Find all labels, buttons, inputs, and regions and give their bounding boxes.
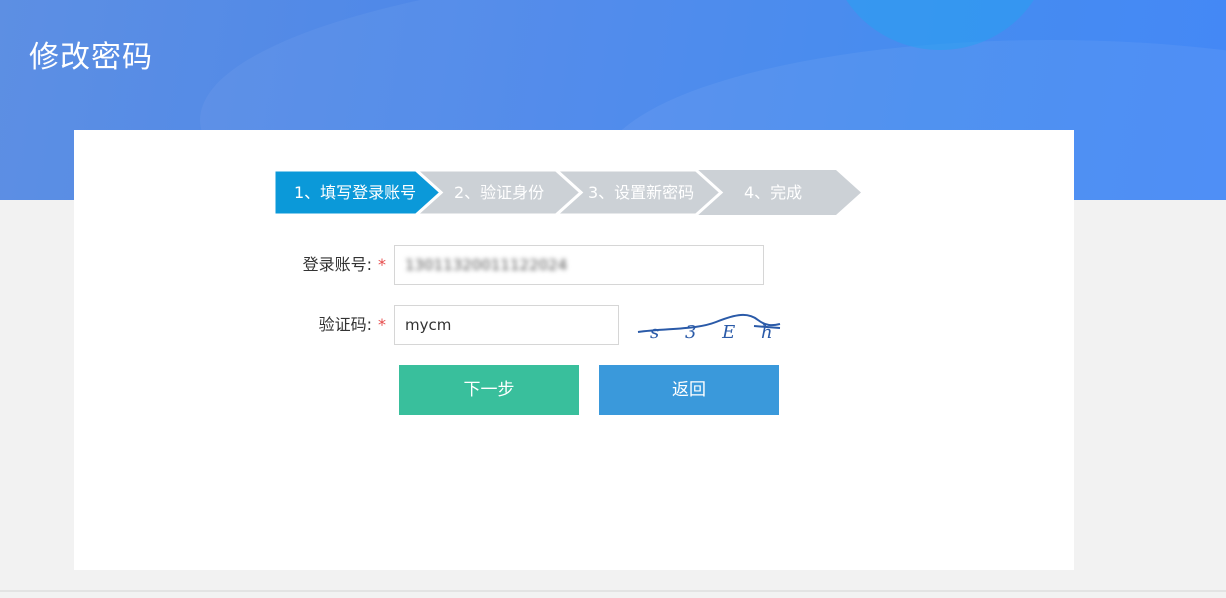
step-1-label: 1、填写登录账号 <box>294 183 417 202</box>
required-mark: * <box>378 315 386 334</box>
captcha-label-text: 验证码: <box>318 315 372 334</box>
step-3-label: 3、设置新密码 <box>588 183 695 202</box>
account-input[interactable]: 13011320011122024 <box>394 245 764 285</box>
page-title: 修改密码 <box>29 40 153 75</box>
account-label-text: 登录账号: <box>302 255 372 274</box>
back-button[interactable]: 返回 <box>599 365 779 415</box>
step-2-label: 2、验证身份 <box>454 183 545 202</box>
next-step-button[interactable]: 下一步 <box>399 365 579 415</box>
step-progress: 1、填写登录账号 2、验证身份 3、设置新密码 4、完成 <box>274 170 864 215</box>
captcha-row: 验证码: * s 3 E h <box>274 305 794 345</box>
captcha-label: 验证码: * <box>274 305 386 345</box>
captcha-input[interactable] <box>394 305 619 345</box>
required-mark: * <box>378 255 386 274</box>
account-row: 登录账号: * 13011320011122024 <box>274 245 774 285</box>
account-value: 13011320011122024 <box>405 256 568 274</box>
footer-divider <box>0 590 1226 592</box>
step-4-label: 4、完成 <box>744 183 803 202</box>
account-label: 登录账号: * <box>274 245 386 285</box>
captcha-image[interactable]: s 3 E h <box>636 300 782 350</box>
form-card: 1、填写登录账号 2、验证身份 3、设置新密码 4、完成 登录账号: * 1301… <box>74 130 1074 570</box>
captcha-char: s 3 E h <box>650 322 782 343</box>
